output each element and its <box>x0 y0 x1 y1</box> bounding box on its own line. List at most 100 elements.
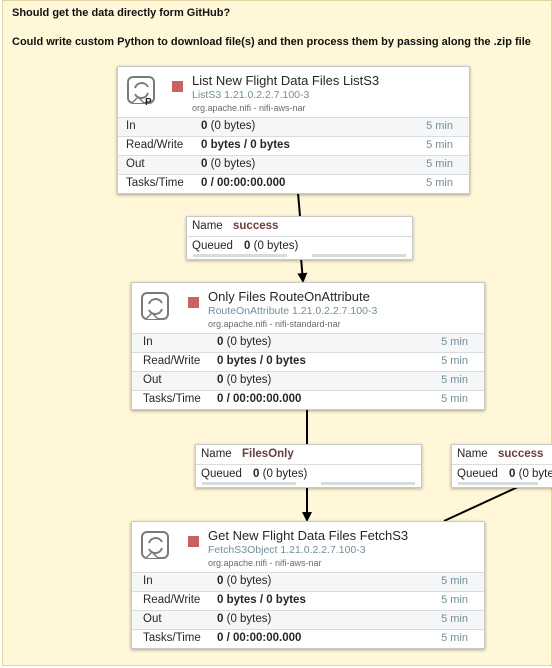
connection-name-key: Name <box>457 448 488 460</box>
stat-value: 0 / 00:00:00.000 <box>201 177 285 189</box>
stat-value: 0 (0 bytes) <box>217 374 271 386</box>
stat-time: 5 min <box>426 139 453 151</box>
stat-size: (0 bytes) <box>226 336 272 348</box>
processor-type: RouteOnAttribute 1.21.0.2.2.7.100-3 <box>208 305 378 317</box>
stat-time: 5 min <box>441 613 468 625</box>
stat-row-tasks: Tasks/Time 0 / 00:00:00.000 5 min <box>118 174 469 193</box>
queue-bars <box>202 482 415 485</box>
queue-bars <box>458 482 547 485</box>
stat-time: 5 min <box>441 336 468 348</box>
stop-icon <box>188 297 199 308</box>
connection-queued-value: 0 (0 bytes) <box>244 240 298 252</box>
stat-time: 5 min <box>426 158 453 170</box>
stat-count: 0 <box>217 336 224 348</box>
stat-size: (0 bytes) <box>226 575 272 587</box>
stat-value: 0 (0 bytes) <box>217 575 271 587</box>
stat-size: (0 bytes) <box>226 613 272 625</box>
connection-line-success-upper[interactable] <box>297 192 301 217</box>
stat-row-tasks: Tasks/Time 0 / 00:00:00.000 5 min <box>132 390 484 409</box>
stat-time: 5 min <box>441 374 468 386</box>
stat-row-out: Out 0 (0 bytes) 5 min <box>118 155 469 174</box>
connection-queued-key: Queued <box>457 468 498 480</box>
stat-time: 5 min <box>441 355 468 367</box>
queued-size: (0 bytes) <box>262 468 308 480</box>
connection-queued-value: 0 (0 byte <box>509 468 552 480</box>
connection-label-filesonly[interactable]: Name FilesOnly Queued 0 (0 bytes) <box>195 444 422 488</box>
processor-fetchs3object[interactable]: Get New Flight Data Files FetchS3 FetchS… <box>131 521 485 649</box>
processor-name: Only Files RouteOnAttribute <box>208 289 370 304</box>
stat-count: 0 bytes / 0 bytes <box>217 594 306 606</box>
stat-value: 0 (0 bytes) <box>201 158 255 170</box>
stat-label: Read/Write <box>143 594 201 606</box>
stop-icon <box>188 536 199 547</box>
processor-icon <box>141 292 169 320</box>
processor-name: Get New Flight Data Files FetchS3 <box>208 528 409 543</box>
stat-row-in: In 0 (0 bytes) 5 min <box>132 333 484 352</box>
stat-label: Read/Write <box>126 139 184 151</box>
stat-value: 0 bytes / 0 bytes <box>201 139 290 151</box>
stat-count: 0 <box>201 120 208 132</box>
stat-count: 0 / 00:00:00.000 <box>217 393 302 405</box>
connection-name-row: Name success <box>187 217 412 236</box>
connection-name-row: Name success <box>452 445 552 464</box>
stat-count: 0 <box>201 158 208 170</box>
processor-icon <box>127 76 155 104</box>
connection-queued-key: Queued <box>201 468 242 480</box>
stat-label: Tasks/Time <box>143 632 201 644</box>
stat-label: Tasks/Time <box>126 177 184 189</box>
stat-count: 0 bytes / 0 bytes <box>201 139 290 151</box>
stat-time: 5 min <box>441 632 468 644</box>
stop-icon <box>172 81 183 92</box>
connection-name-key: Name <box>201 448 232 460</box>
connection-name-key: Name <box>192 220 223 232</box>
stat-count: 0 bytes / 0 bytes <box>217 355 306 367</box>
processor-name: List New Flight Data Files ListS3 <box>192 73 380 88</box>
stat-size: (0 bytes) <box>226 374 272 386</box>
stat-size: (0 bytes) <box>210 158 256 170</box>
connection-name: success <box>233 220 279 232</box>
stat-value: 0 / 00:00:00.000 <box>217 393 301 405</box>
stat-time: 5 min <box>426 177 453 189</box>
stat-count: 0 / 00:00:00.000 <box>217 632 302 644</box>
processor-type: FetchS3Object 1.21.0.2.2.7.100-3 <box>208 544 366 556</box>
primary-node-badge: P <box>145 97 152 108</box>
stat-row-in: In 0 (0 bytes) 5 min <box>132 572 484 591</box>
stat-row-readwrite: Read/Write 0 bytes / 0 bytes 5 min <box>118 136 469 155</box>
stat-row-out: Out 0 (0 bytes) 5 min <box>132 371 484 390</box>
queued-size: (0 byte <box>518 468 552 480</box>
connection-line-success-lower[interactable] <box>297 257 308 283</box>
processor-bundle: org.apache.nifi - nifi-aws-nar <box>192 103 306 113</box>
processor-bundle: org.apache.nifi - nifi-aws-nar <box>208 558 322 568</box>
processor-lists3[interactable]: P List New Flight Data Files ListS3 List… <box>117 66 470 194</box>
connection-name: success <box>498 448 544 460</box>
stat-time: 5 min <box>441 393 468 405</box>
connection-label-success[interactable]: Name success Queued 0 (0 bytes) <box>186 216 413 260</box>
stat-time: 5 min <box>441 575 468 587</box>
stat-row-readwrite: Read/Write 0 bytes / 0 bytes 5 min <box>132 591 484 610</box>
stat-label: Out <box>143 374 162 386</box>
processor-routeonattribute[interactable]: Only Files RouteOnAttribute RouteOnAttri… <box>131 282 485 410</box>
stat-value: 0 (0 bytes) <box>201 120 255 132</box>
stat-time: 5 min <box>441 594 468 606</box>
connection-queued-row: Queued 0 (0 bytes) <box>187 236 412 256</box>
processor-bundle: org.apache.nifi - nifi-standard-nar <box>208 319 341 329</box>
stat-time: 5 min <box>426 120 453 132</box>
processor-type: ListS3 1.21.0.2.2.7.100-3 <box>192 89 310 101</box>
stat-value: 0 bytes / 0 bytes <box>217 355 306 367</box>
stat-row-in: In 0 (0 bytes) 5 min <box>118 117 469 136</box>
queued-count: 0 <box>253 468 260 480</box>
connection-label-success-right[interactable]: Name success Queued 0 (0 byte <box>451 444 552 488</box>
stat-label: Read/Write <box>143 355 201 367</box>
stat-label: Tasks/Time <box>143 393 201 405</box>
stat-count: 0 <box>217 374 224 386</box>
stat-count: 0 <box>217 575 224 587</box>
stat-value: 0 / 00:00:00.000 <box>217 632 301 644</box>
stat-value: 0 (0 bytes) <box>217 336 271 348</box>
connection-name-row: Name FilesOnly <box>196 445 421 464</box>
connection-line-success-right[interactable] <box>443 485 521 522</box>
stat-size: (0 bytes) <box>210 120 256 132</box>
stat-value: 0 bytes / 0 bytes <box>217 594 306 606</box>
queued-size: (0 bytes) <box>253 240 299 252</box>
processor-icon <box>141 531 169 559</box>
stat-label: Out <box>143 613 162 625</box>
